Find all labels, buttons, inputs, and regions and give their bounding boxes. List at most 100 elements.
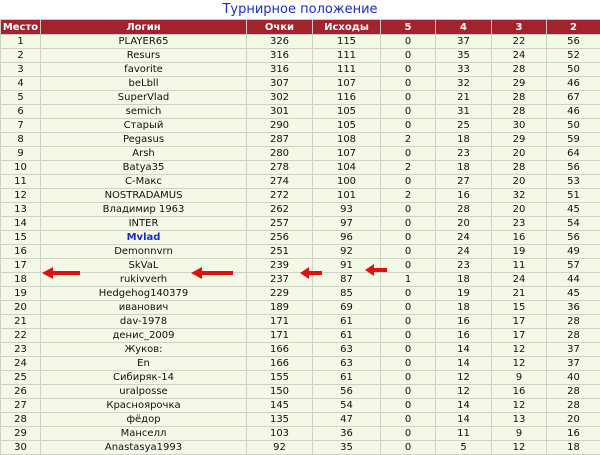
cell-place: 22 — [1, 329, 41, 343]
col-header-2[interactable]: 2 — [547, 20, 600, 35]
cell-place: 15 — [1, 231, 41, 245]
cell-points: 272 — [247, 189, 313, 203]
cell-login[interactable]: Жуков: — [41, 343, 247, 357]
cell-3: 23 — [492, 217, 547, 231]
col-header-place[interactable]: Место — [1, 20, 41, 35]
cell-login[interactable]: SuperVlad — [41, 91, 247, 105]
cell-login[interactable]: денис_2009 — [41, 329, 247, 343]
cell-4: 37 — [436, 35, 492, 49]
cell-login[interactable]: NOSTRADAMUS — [41, 189, 247, 203]
col-header-login[interactable]: Логин — [41, 20, 247, 35]
cell-login[interactable]: uralposse — [41, 385, 247, 399]
cell-outcomes: 107 — [313, 77, 381, 91]
table-row: 4beLbll3071070322946 — [1, 77, 600, 91]
cell-login[interactable]: dav-1978 — [41, 315, 247, 329]
cell-4: 35 — [436, 49, 492, 63]
cell-login[interactable]: Hedgehog140379 — [41, 287, 247, 301]
cell-4: 14 — [436, 357, 492, 371]
table-row: 28фёдор135470141320 — [1, 413, 600, 427]
cell-5: 1 — [381, 273, 436, 287]
cell-5: 2 — [381, 189, 436, 203]
cell-place: 7 — [1, 119, 41, 133]
cell-login[interactable]: Resurs — [41, 49, 247, 63]
cell-5: 0 — [381, 343, 436, 357]
cell-login[interactable]: PLAYER65 — [41, 35, 247, 49]
cell-place: 16 — [1, 245, 41, 259]
cell-outcomes: 61 — [313, 315, 381, 329]
table-row: 7Старый2901050253050 — [1, 119, 600, 133]
cell-outcomes: 54 — [313, 399, 381, 413]
cell-login[interactable]: С-Макс — [41, 175, 247, 189]
cell-login[interactable]: Mvlad — [41, 231, 247, 245]
cell-4: 25 — [436, 119, 492, 133]
table-row: 1PLAYER653261150372256 — [1, 35, 600, 49]
cell-outcomes: 85 — [313, 287, 381, 301]
cell-login[interactable]: Anastasya1993 — [41, 441, 247, 455]
col-header-points[interactable]: Очки — [247, 20, 313, 35]
cell-login[interactable]: иванович — [41, 301, 247, 315]
cell-login[interactable]: Arsh — [41, 147, 247, 161]
cell-4: 18 — [436, 161, 492, 175]
cell-2: 49 — [547, 245, 600, 259]
cell-outcomes: 69 — [313, 301, 381, 315]
cell-login[interactable]: Владимир 1963 — [41, 203, 247, 217]
cell-login[interactable]: beLbll — [41, 77, 247, 91]
cell-outcomes: 116 — [313, 91, 381, 105]
col-header-outcomes[interactable]: Исходы — [313, 20, 381, 35]
table-row: 13Владимир 1963262930282045 — [1, 203, 600, 217]
cell-login[interactable]: semich — [41, 105, 247, 119]
cell-outcomes: 108 — [313, 133, 381, 147]
cell-3: 24 — [492, 49, 547, 63]
cell-2: 56 — [547, 231, 600, 245]
cell-login[interactable]: INTER — [41, 217, 247, 231]
cell-4: 28 — [436, 203, 492, 217]
cell-login[interactable]: Старый — [41, 119, 247, 133]
cell-login[interactable]: Demonnvrn — [41, 245, 247, 259]
cell-place: 3 — [1, 63, 41, 77]
cell-points: 302 — [247, 91, 313, 105]
col-header-5[interactable]: 5 — [381, 20, 436, 35]
cell-outcomes: 100 — [313, 175, 381, 189]
cell-login[interactable]: Красноярочка — [41, 399, 247, 413]
table-row: 16Demonnvrn251920241949 — [1, 245, 600, 259]
cell-5: 0 — [381, 91, 436, 105]
cell-place: 9 — [1, 147, 41, 161]
cell-login[interactable]: Batya35 — [41, 161, 247, 175]
col-header-3[interactable]: 3 — [492, 20, 547, 35]
cell-3: 28 — [492, 105, 547, 119]
cell-4: 16 — [436, 329, 492, 343]
cell-2: 56 — [547, 161, 600, 175]
cell-3: 13 — [492, 413, 547, 427]
cell-outcomes: 47 — [313, 413, 381, 427]
cell-5: 0 — [381, 105, 436, 119]
cell-login[interactable]: Сибиряк-14 — [41, 371, 247, 385]
cell-login[interactable]: Манселл — [41, 427, 247, 441]
cell-place: 21 — [1, 315, 41, 329]
cell-points: 229 — [247, 287, 313, 301]
table-row: 9Arsh2801070232064 — [1, 147, 600, 161]
cell-4: 23 — [436, 147, 492, 161]
cell-2: 46 — [547, 77, 600, 91]
table-row: 23Жуков:166630141237 — [1, 343, 600, 357]
cell-2: 44 — [547, 273, 600, 287]
cell-2: 50 — [547, 119, 600, 133]
cell-outcomes: 97 — [313, 217, 381, 231]
cell-2: 50 — [547, 63, 600, 77]
cell-login[interactable]: favorite — [41, 63, 247, 77]
col-header-4[interactable]: 4 — [436, 20, 492, 35]
cell-5: 0 — [381, 315, 436, 329]
cell-3: 29 — [492, 77, 547, 91]
cell-login[interactable]: En — [41, 357, 247, 371]
cell-points: 189 — [247, 301, 313, 315]
cell-2: 51 — [547, 189, 600, 203]
cell-3: 11 — [492, 259, 547, 273]
cell-login[interactable]: фёдор — [41, 413, 247, 427]
cell-3: 17 — [492, 315, 547, 329]
table-row: 25Сибиряк-1415561012940 — [1, 371, 600, 385]
cell-outcomes: 105 — [313, 119, 381, 133]
cell-5: 0 — [381, 399, 436, 413]
cell-5: 0 — [381, 245, 436, 259]
cell-2: 64 — [547, 147, 600, 161]
cell-5: 2 — [381, 161, 436, 175]
cell-login[interactable]: Pegasus — [41, 133, 247, 147]
